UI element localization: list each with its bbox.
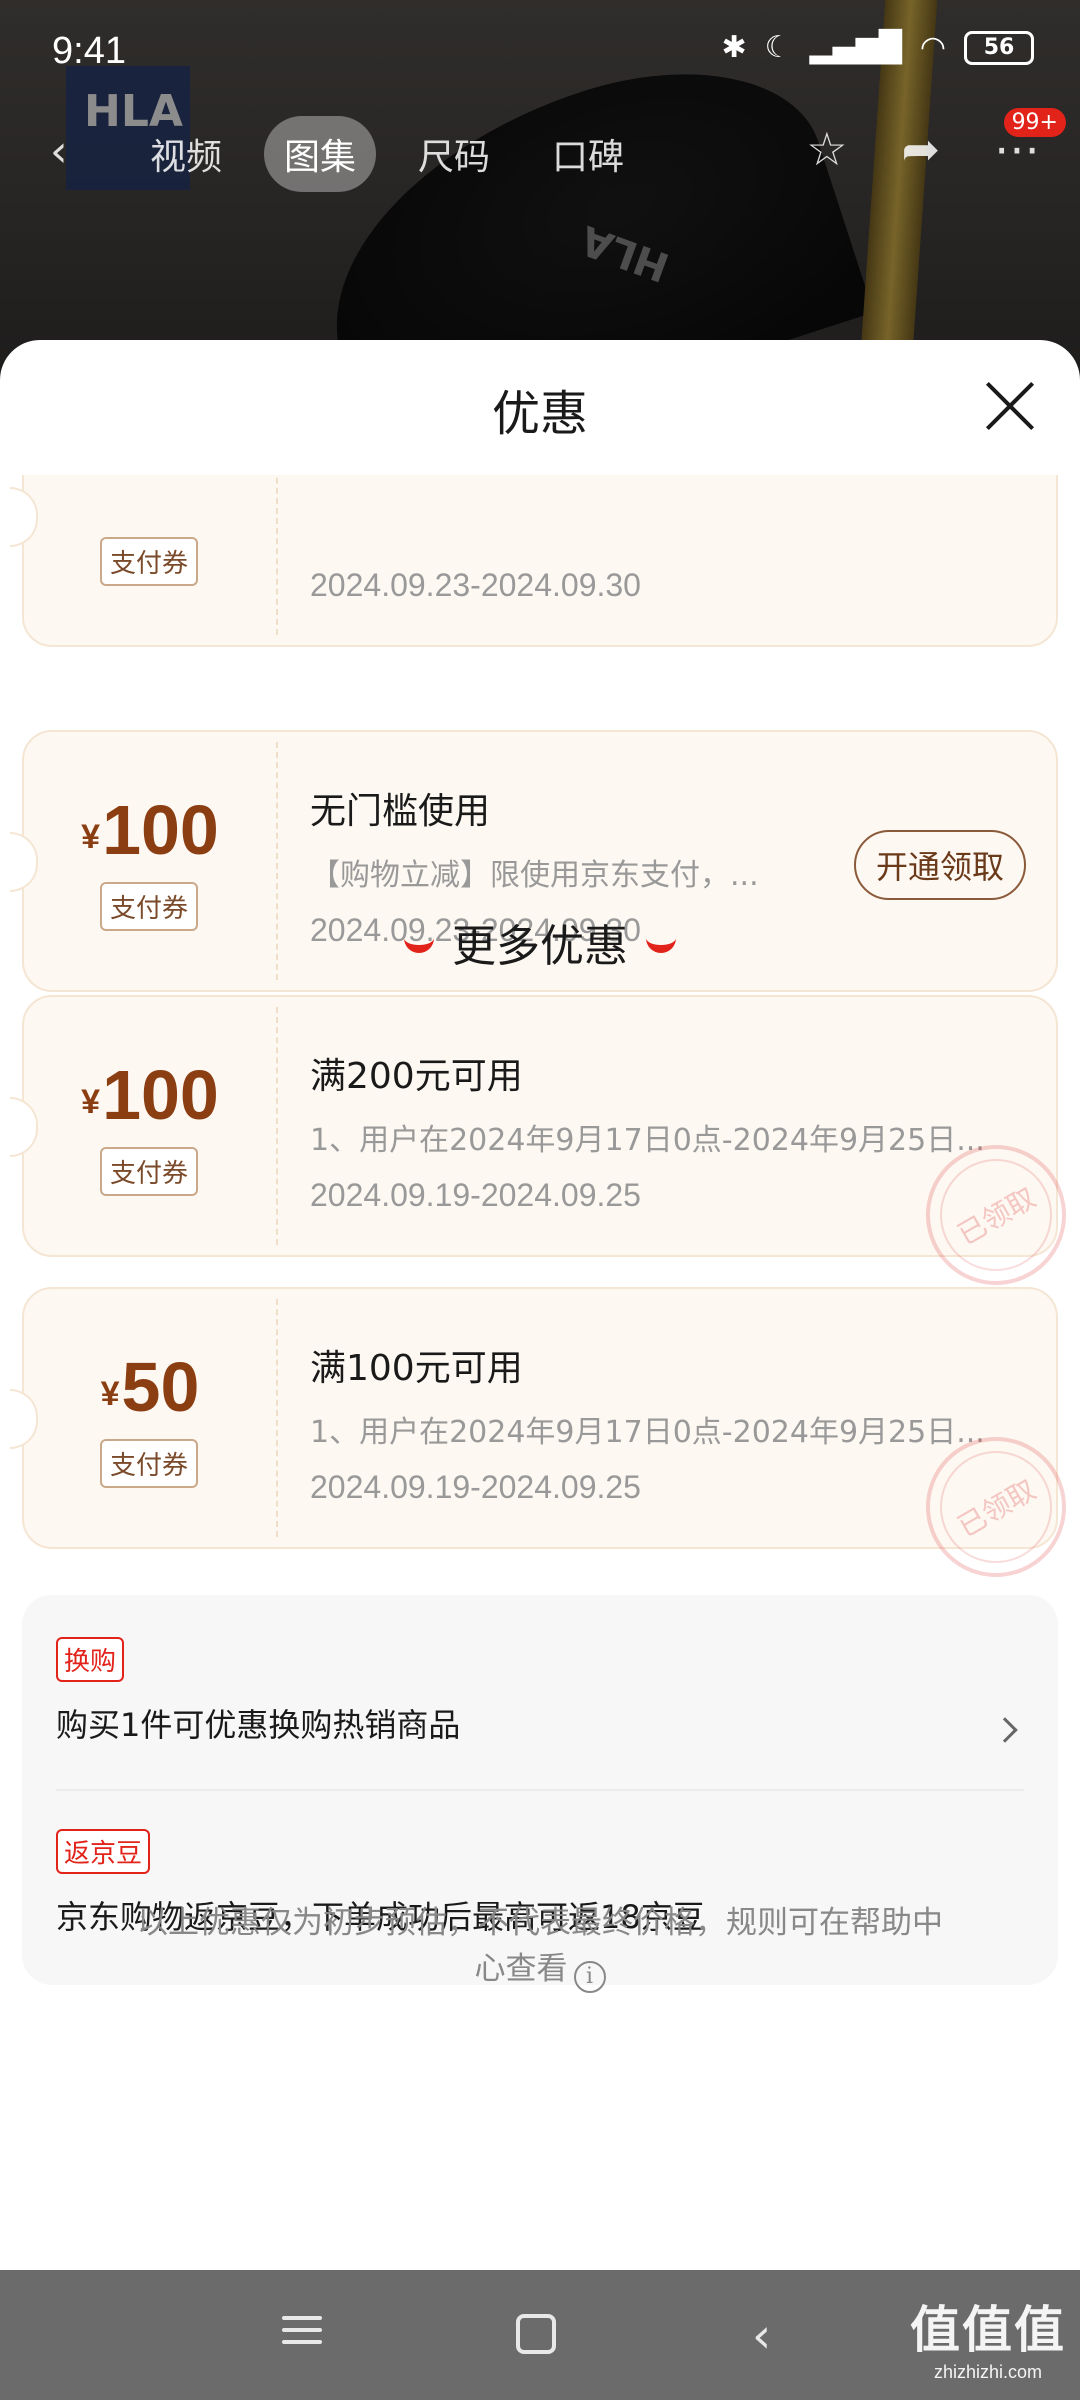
coupon-desc: 【购物立减】限使用京东支付，... [310, 858, 759, 893]
more-discounts-heading: 更多优惠 [0, 910, 1080, 974]
offer-text: 购买1件可优惠换购热销商品 [56, 1706, 461, 1744]
coupon-type: 支付券 [100, 537, 199, 586]
coupon-title: 满200元可用 [310, 1056, 523, 1097]
tab-reviews[interactable]: 口碑 [532, 116, 644, 192]
coupon-card[interactable]: ¥100 支付券 满200元可用 1、用户在2024年9月17日0点-2024年… [10, 995, 1080, 1311]
coupon-amount-value: 100 [102, 791, 219, 869]
battery-icon: 56 [964, 30, 1034, 65]
info-icon[interactable]: i [573, 1960, 606, 1993]
watermark-sub: zhizhizhi.com [933, 2362, 1043, 2382]
divider [56, 1789, 1024, 1791]
message-badge: 99+ [1003, 108, 1066, 137]
system-nav-bar: ‹ 值值值 zhizhizhi.com [0, 2270, 1080, 2400]
sheet-title: 优惠 [491, 386, 588, 442]
coupon-left: 支付券 [24, 475, 276, 645]
coupon-right: 2024.09.23-2024.09.30 [310, 475, 1036, 645]
coupon-amount: ¥50 [24, 1347, 276, 1427]
coupon-left: ¥100 支付券 [24, 997, 276, 1255]
coupon-divider [276, 1299, 278, 1537]
smile-icon [646, 937, 676, 953]
coupon-type: 支付券 [100, 1147, 199, 1196]
disclaimer: 以上优惠仅为初步预估，不代表最终价格，规则可在帮助中心查看 i [130, 1900, 950, 1993]
coupon-amount: ¥100 [24, 1055, 276, 1135]
sheet-header: 优惠 [0, 340, 1080, 475]
product-top-nav: ‹ 视频 图集 尺码 口碑 ☆ ➦ ⋯ 99+ [0, 108, 1080, 192]
more-discounts-label: 更多优惠 [452, 921, 628, 972]
discount-sheet: 优惠 支付券 2024.09.23-2024.09.30 ¥100 支付券 无门… [0, 340, 1080, 2270]
signal-hd-icon: ▂▄▆█ [809, 30, 902, 65]
coupon-amount-value: 50 [121, 1348, 200, 1426]
bluetooth-icon: ✱ [721, 30, 747, 65]
coupon-date: 2024.09.19-2024.09.25 [310, 1469, 641, 1505]
coupon-title: 满100元可用 [310, 1348, 523, 1389]
coupon-date: 2024.09.19-2024.09.25 [310, 1177, 641, 1213]
coupon-amount-value: 100 [102, 1056, 219, 1134]
currency-symbol: ¥ [81, 1083, 101, 1121]
offer-tag: 返京豆 [56, 1829, 151, 1874]
star-icon[interactable]: ☆ [806, 122, 847, 176]
coupon-amount: ¥100 [24, 790, 276, 870]
status-icons: ✱ ☾ ▂▄▆█ ◠ 56 [721, 30, 1034, 65]
home-icon[interactable] [516, 2314, 556, 2354]
claim-button[interactable]: 开通领取 [853, 830, 1026, 900]
close-icon[interactable] [984, 380, 1036, 432]
coupon-card[interactable]: ¥50 支付券 满100元可用 1、用户在2024年9月17日0点-2024年9… [10, 1287, 1080, 1603]
coupon-left: ¥50 支付券 [24, 1289, 276, 1547]
coupon-divider [276, 475, 278, 635]
coupon-desc: 1、用户在2024年9月17日0点-2024年9月25日... [310, 1123, 985, 1158]
currency-symbol: ¥ [81, 818, 101, 856]
tab-gallery[interactable]: 图集 [264, 116, 377, 192]
back-icon[interactable]: ‹ [50, 126, 68, 177]
coupon-title: 无门槛使用 [310, 791, 491, 832]
currency-symbol: ¥ [100, 1375, 120, 1413]
coupon-list[interactable]: 支付券 2024.09.23-2024.09.30 ¥100 支付券 无门槛使用… [0, 475, 1080, 2270]
share-icon[interactable]: ➦ [901, 122, 940, 176]
coupon-desc: 1、用户在2024年9月17日0点-2024年9月25日... [310, 1415, 985, 1450]
trade-in-offer[interactable]: 换购 购买1件可优惠换购热销商品 [56, 1637, 1024, 1746]
nav-actions: ☆ ➦ ⋯ [806, 122, 1040, 176]
offer-tag: 换购 [56, 1637, 125, 1682]
moon-icon: ☾ [764, 30, 792, 65]
site-watermark: 值值值 zhizhizhi.com [910, 2290, 1066, 2383]
coupon-card-partial: 支付券 2024.09.23-2024.09.30 [10, 475, 1058, 647]
back-nav-icon[interactable]: ‹ [752, 2308, 771, 2364]
coupon-date: 2024.09.23-2024.09.30 [310, 567, 641, 603]
tab-video[interactable]: 视频 [130, 116, 242, 192]
menu-icon[interactable] [282, 2308, 322, 2352]
media-tabs: 视频 图集 尺码 口碑 [130, 116, 644, 192]
status-time: 9:41 [52, 30, 126, 72]
coupon-divider [276, 1007, 278, 1245]
coupon-type: 支付券 [100, 1439, 199, 1488]
status-bar: 9:41 ✱ ☾ ▂▄▆█ ◠ 56 [0, 0, 1080, 110]
tab-size[interactable]: 尺码 [398, 116, 510, 192]
watermark-main: 值值值 [910, 2301, 1066, 2359]
smile-icon [404, 937, 434, 953]
wifi-icon: ◠ [919, 30, 946, 65]
disclaimer-text: 以上优惠仅为初步预估，不代表最终价格，规则可在帮助中心查看 [137, 1905, 943, 1987]
